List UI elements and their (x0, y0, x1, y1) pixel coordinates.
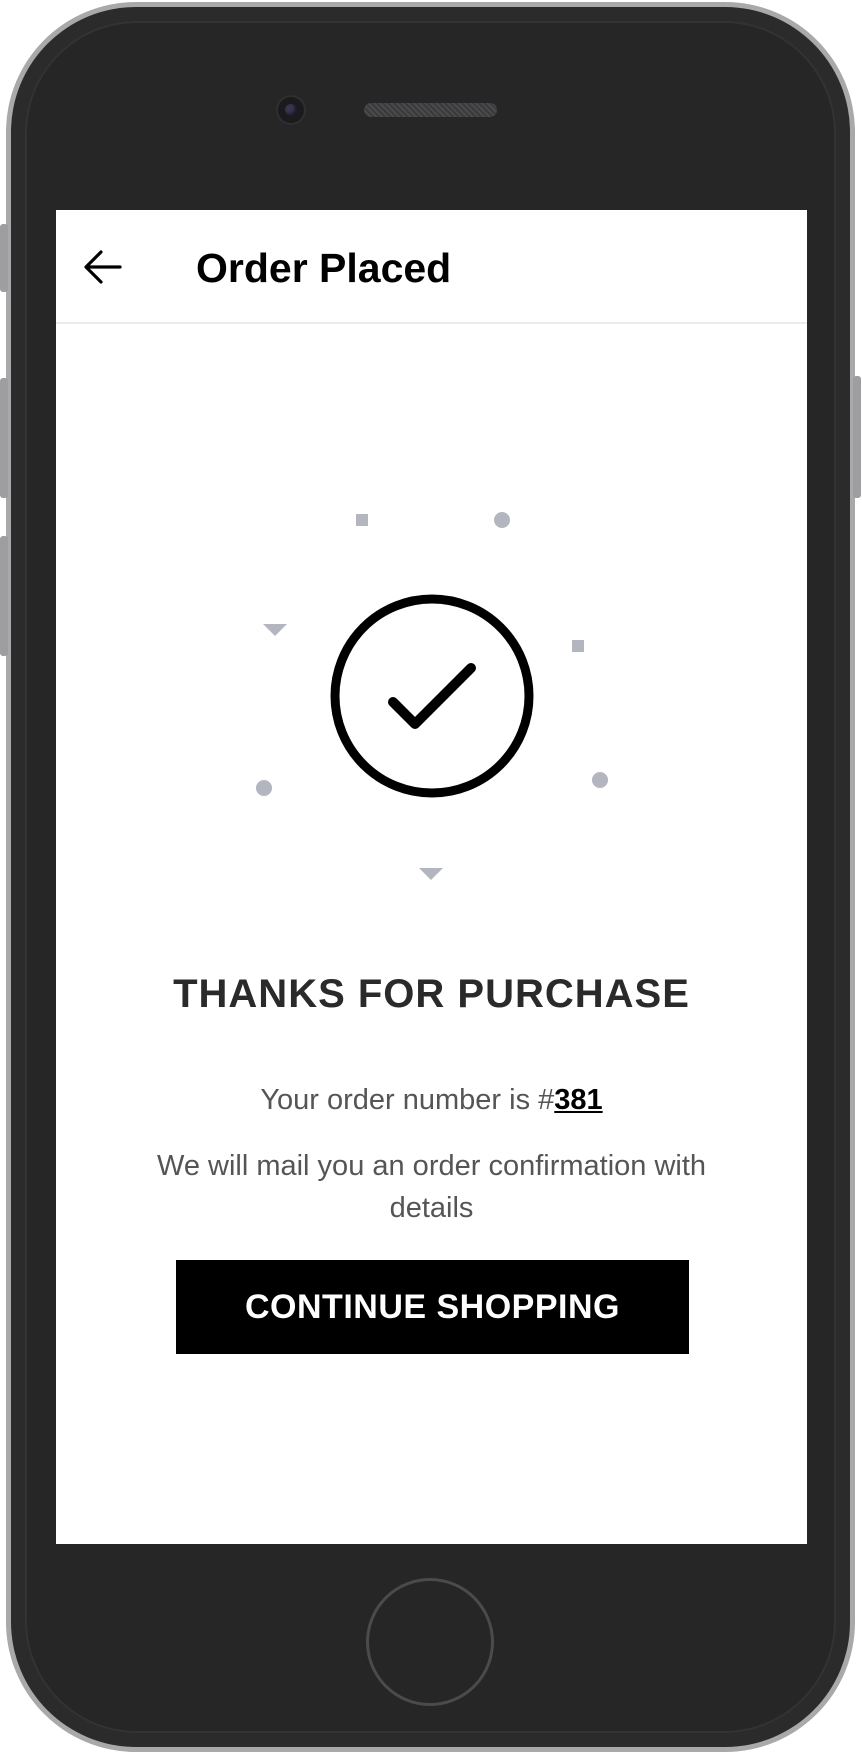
confetti-triangle (263, 624, 287, 636)
app-screen: Order Placed THANKS FOR PURCHASE Your or… (56, 210, 807, 1544)
confetti-dot (494, 512, 510, 528)
continue-shopping-button[interactable]: CONTINUE SHOPPING (176, 1260, 689, 1354)
order-success-illustration (256, 512, 608, 880)
thanks-heading: THANKS FOR PURCHASE (173, 972, 690, 1016)
earpiece-speaker (364, 103, 497, 117)
confetti-square (572, 640, 584, 652)
power-button (853, 376, 861, 498)
volume-up-button (0, 378, 8, 498)
confetti-triangle (419, 868, 443, 880)
mute-switch (0, 224, 8, 292)
confetti-dot (256, 780, 272, 796)
front-camera (278, 97, 304, 123)
mail-confirmation-message: We will mail you an order confirmation w… (156, 1150, 707, 1224)
order-number-link[interactable]: 381 (554, 1084, 602, 1116)
order-number-prefix: Your order number is # (260, 1084, 555, 1116)
confetti-square (356, 514, 368, 526)
home-button[interactable] (366, 1578, 494, 1706)
check-circle-icon (330, 594, 534, 798)
confetti-dot (592, 772, 608, 788)
volume-down-button (0, 536, 8, 656)
order-number-line: Your order number is #381 (56, 1082, 807, 1118)
